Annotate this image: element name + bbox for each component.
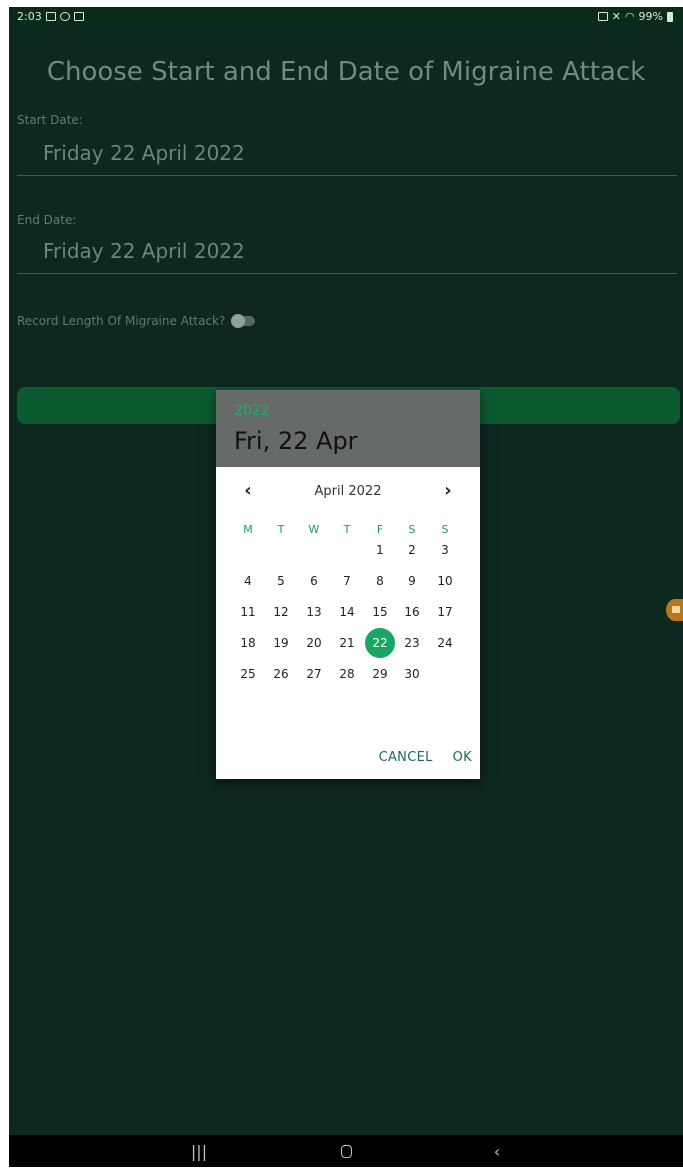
system-nav-bar: ||| ‹ (9, 1135, 683, 1167)
calendar-day[interactable]: 24 (430, 628, 460, 658)
calendar-day[interactable]: 12 (266, 597, 296, 627)
calendar-day[interactable]: 1 (365, 535, 395, 565)
weekday-label: T (277, 523, 285, 536)
weekday-label: W (308, 523, 320, 536)
calendar-day[interactable]: 29 (365, 659, 395, 689)
back-icon[interactable]: ‹ (467, 1135, 527, 1167)
battery-percent: 99% (638, 10, 663, 23)
end-date-label: End Date: (17, 213, 77, 227)
gallery-icon (45, 12, 56, 21)
calendar-day[interactable]: 2 (397, 535, 427, 565)
switch-thumb (231, 314, 246, 328)
video-icon (73, 12, 84, 21)
calendar-day[interactable]: 16 (397, 597, 427, 627)
end-date-field[interactable]: Friday 22 April 2022 (17, 233, 677, 274)
ok-button[interactable]: OK (453, 750, 472, 765)
date-picker-header: 2022 Fri, 22 Apr (216, 390, 480, 467)
calendar-day[interactable]: 19 (266, 628, 296, 658)
calendar-day-selected[interactable]: 22 (365, 628, 395, 658)
home-icon[interactable] (316, 1135, 376, 1167)
calendar-day[interactable]: 25 (233, 659, 263, 689)
calendar-day[interactable]: 18 (233, 628, 263, 658)
start-date-value: Friday 22 April 2022 (43, 141, 245, 165)
calendar-day[interactable]: 3 (430, 535, 460, 565)
recents-icon[interactable]: ||| (169, 1135, 229, 1167)
status-time: 2:03 (17, 10, 42, 23)
weekday-label: T (343, 523, 351, 536)
status-bar: 2:03 ✕ ◠ 99% (9, 7, 683, 27)
at-sign-icon (59, 12, 70, 21)
cancel-button[interactable]: CANCEL (379, 750, 433, 765)
floating-panel-handle-icon[interactable] (666, 599, 683, 621)
chevron-right-icon[interactable]: › (436, 482, 460, 500)
calendar-day[interactable]: 9 (397, 566, 427, 596)
date-picker-dialog: 2022 Fri, 22 Apr ‹ April 2022 › MTWTFSS … (216, 390, 480, 779)
mute-icon: ✕ (611, 10, 621, 23)
calendar-day[interactable]: 21 (332, 628, 362, 658)
calendar-day[interactable]: 11 (233, 597, 263, 627)
calendar-day[interactable]: 20 (299, 628, 329, 658)
calendar-day[interactable]: 5 (266, 566, 296, 596)
battery-icon (667, 11, 673, 22)
record-length-label: Record Length Of Migraine Attack? (17, 314, 226, 328)
alarm-icon (597, 12, 608, 21)
calendar-day[interactable]: 15 (365, 597, 395, 627)
wifi-icon: ◠ (624, 10, 635, 23)
calendar-day[interactable]: 23 (397, 628, 427, 658)
calendar-day[interactable]: 17 (430, 597, 460, 627)
dialog-actions: CANCEL OK (379, 750, 472, 765)
start-date-field[interactable]: Friday 22 April 2022 (17, 135, 677, 176)
record-length-switch[interactable] (231, 314, 256, 328)
start-date-label: Start Date: (17, 113, 83, 127)
calendar-day[interactable]: 4 (233, 566, 263, 596)
calendar-day[interactable]: 8 (365, 566, 395, 596)
picker-selected-date[interactable]: Fri, 22 Apr (234, 427, 358, 455)
picker-year[interactable]: 2022 (234, 403, 270, 419)
page-title: Choose Start and End Date of Migraine At… (46, 57, 646, 87)
calendar-day[interactable]: 28 (332, 659, 362, 689)
month-navigation: ‹ April 2022 › (216, 482, 480, 502)
calendar-day[interactable]: 6 (299, 566, 329, 596)
calendar-day[interactable]: 13 (299, 597, 329, 627)
calendar-day[interactable]: 14 (332, 597, 362, 627)
calendar-day[interactable]: 26 (266, 659, 296, 689)
calendar-day[interactable]: 10 (430, 566, 460, 596)
weekday-label: M (243, 523, 253, 536)
record-length-row: Record Length Of Migraine Attack? (17, 314, 256, 328)
end-date-value: Friday 22 April 2022 (43, 239, 245, 263)
calendar-day[interactable]: 7 (332, 566, 362, 596)
calendar-day[interactable]: 30 (397, 659, 427, 689)
calendar-day[interactable]: 27 (299, 659, 329, 689)
